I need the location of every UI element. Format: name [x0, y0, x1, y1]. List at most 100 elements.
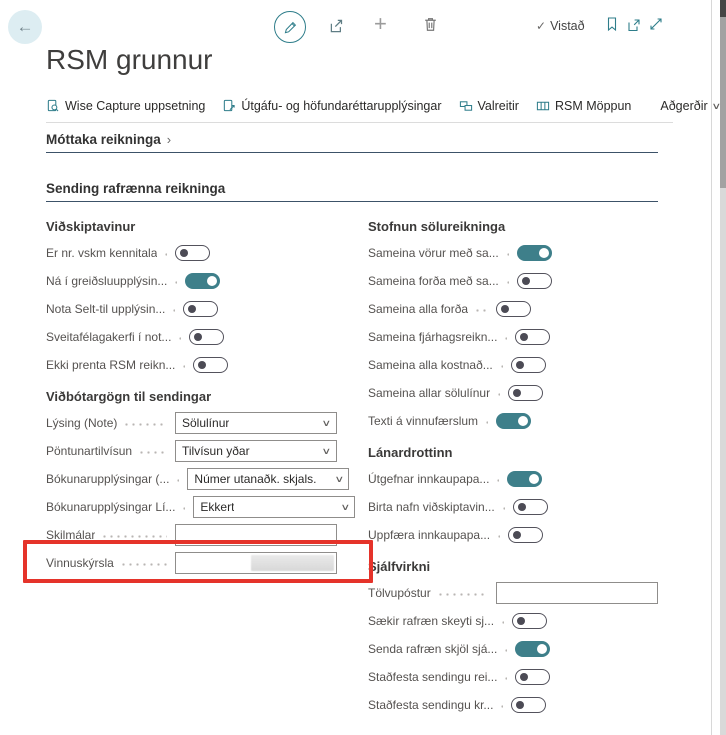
- toggle-off[interactable]: [515, 669, 550, 685]
- fasttab-mottaka-reikninga[interactable]: Móttaka reikninga ›: [46, 132, 658, 153]
- share-button[interactable]: [328, 17, 346, 35]
- expand-button[interactable]: [648, 16, 664, 32]
- action-label: RSM Möppun: [555, 99, 631, 113]
- toggle-off[interactable]: [511, 357, 546, 373]
- fasttab-sending-rafraenna-reikninga[interactable]: Sending rafrænna reikninga: [46, 181, 658, 202]
- select-field[interactable]: Sölulínur ∨: [175, 412, 337, 434]
- toggle-knob: [513, 389, 521, 397]
- toggle-knob: [198, 361, 206, 369]
- expand-icon: [648, 16, 664, 32]
- toggle-off[interactable]: [517, 273, 552, 289]
- field-label: Tölvupóstur: [368, 586, 431, 600]
- field-label: Texti á vinnufærslum: [368, 414, 478, 428]
- field-row: Er nr. vskm kennitala: [46, 239, 337, 267]
- back-button[interactable]: ←: [8, 10, 42, 44]
- field-row: Bókunarupplýsingar (...Númer utanaðk. sk…: [46, 465, 337, 493]
- field-control: [508, 527, 670, 543]
- toggle-on[interactable]: [507, 471, 542, 487]
- chevron-down-icon: ∨: [340, 502, 350, 513]
- dotted-leader: [495, 479, 499, 482]
- field-row: Sameina alla forða: [368, 295, 658, 323]
- field-label: Staðfesta sendingu kr...: [368, 698, 493, 712]
- toggle-knob: [518, 503, 526, 511]
- toggle-knob: [539, 248, 549, 258]
- dotted-leader: [496, 393, 500, 396]
- new-button[interactable]: +: [374, 13, 387, 35]
- text-field[interactable]: [175, 552, 337, 574]
- dotted-leader: [173, 281, 177, 284]
- toggle-on[interactable]: [496, 413, 531, 429]
- share-icon: [328, 17, 346, 35]
- toggle-knob: [207, 276, 217, 286]
- dotted-leader: [503, 337, 507, 340]
- field-row: Staðfesta sendingu rei...: [368, 663, 658, 691]
- field-control: [511, 697, 673, 713]
- action-rsm-mapping[interactable]: RSM Möppun: [536, 99, 631, 113]
- dotted-leader: [175, 479, 179, 482]
- toggle-off[interactable]: [513, 499, 548, 515]
- toggle-off[interactable]: [515, 329, 550, 345]
- actionbar-underline: [46, 122, 673, 123]
- field-label: Sameina allar sölulínur: [368, 386, 490, 400]
- scrollbar-thumb[interactable]: [720, 17, 726, 188]
- bookmark-button[interactable]: [604, 16, 620, 32]
- field-control: Tilvísun yðar∨: [175, 440, 337, 462]
- toggle-on[interactable]: [185, 273, 220, 289]
- field-row: Staðfesta sendingu kr...: [368, 691, 658, 719]
- field-label: Sameina forða með sa...: [368, 274, 499, 288]
- toggle-off[interactable]: [183, 301, 218, 317]
- field-control: [512, 613, 674, 629]
- text-field[interactable]: [175, 524, 337, 546]
- toggle-knob: [520, 333, 528, 341]
- document-arrow-icon: [222, 99, 236, 113]
- field-control: Sölulínur ∨: [175, 412, 337, 434]
- toggle-off[interactable]: [511, 697, 546, 713]
- select-field[interactable]: Ekkert∨: [193, 496, 355, 518]
- chevron-down-icon: ∨: [322, 418, 332, 429]
- field-label: Skilmálar: [46, 528, 95, 542]
- field-label: Sameina vörur með sa...: [368, 246, 499, 260]
- toggle-knob: [516, 701, 524, 709]
- open-in-window-button[interactable]: [626, 17, 642, 33]
- field-label: Sameina alla forða: [368, 302, 468, 316]
- toggle-off[interactable]: [189, 329, 224, 345]
- edit-button[interactable]: [274, 11, 306, 43]
- dotted-leader: [138, 451, 167, 454]
- group-header: Lánardrottinn: [368, 444, 658, 461]
- field-row: Uppfæra innkaupapa...: [368, 521, 658, 549]
- text-field[interactable]: [496, 582, 658, 604]
- action-option-fields[interactable]: Valreitir: [459, 99, 519, 113]
- action-wise-capture[interactable]: Wise Capture uppsetning: [46, 99, 205, 113]
- select-field[interactable]: Númer utanaðk. skjals.∨: [187, 468, 349, 490]
- field-control: [496, 582, 658, 604]
- field-label: Ekki prenta RSM reikn...: [46, 358, 175, 372]
- select-value: Sölulínur: [182, 416, 229, 430]
- action-release-info[interactable]: Útgáfu- og höfundaréttarupplýsingar: [222, 99, 441, 113]
- field-row: Sækir rafræn skeyti sj...: [368, 607, 658, 635]
- fasttab-label: Móttaka reikninga: [46, 132, 161, 147]
- toggle-off[interactable]: [508, 385, 543, 401]
- field-control: [496, 301, 658, 317]
- field-control: [515, 641, 677, 657]
- toggle-off[interactable]: [508, 527, 543, 543]
- action-label: Wise Capture uppsetning: [65, 99, 205, 113]
- delete-button[interactable]: [422, 16, 439, 33]
- toggle-off[interactable]: [512, 613, 547, 629]
- plus-icon: +: [374, 11, 387, 36]
- toggle-off[interactable]: [496, 301, 531, 317]
- toggle-on[interactable]: [517, 245, 552, 261]
- field-row: PöntunartilvísunTilvísun yðar∨: [46, 437, 337, 465]
- field-control: [175, 245, 337, 261]
- dotted-leader: [499, 705, 503, 708]
- field-control: [508, 385, 670, 401]
- toggle-off[interactable]: [193, 357, 228, 373]
- dotted-leader: [503, 677, 507, 680]
- dotted-leader: [171, 309, 175, 312]
- toggle-on[interactable]: [515, 641, 550, 657]
- chevron-right-icon: ›: [167, 132, 171, 147]
- select-field[interactable]: Tilvísun yðar∨: [175, 440, 337, 462]
- toggle-knob: [194, 333, 202, 341]
- toggle-off[interactable]: [175, 245, 210, 261]
- field-label: Uppfæra innkaupapa...: [368, 528, 490, 542]
- field-control: [517, 273, 679, 289]
